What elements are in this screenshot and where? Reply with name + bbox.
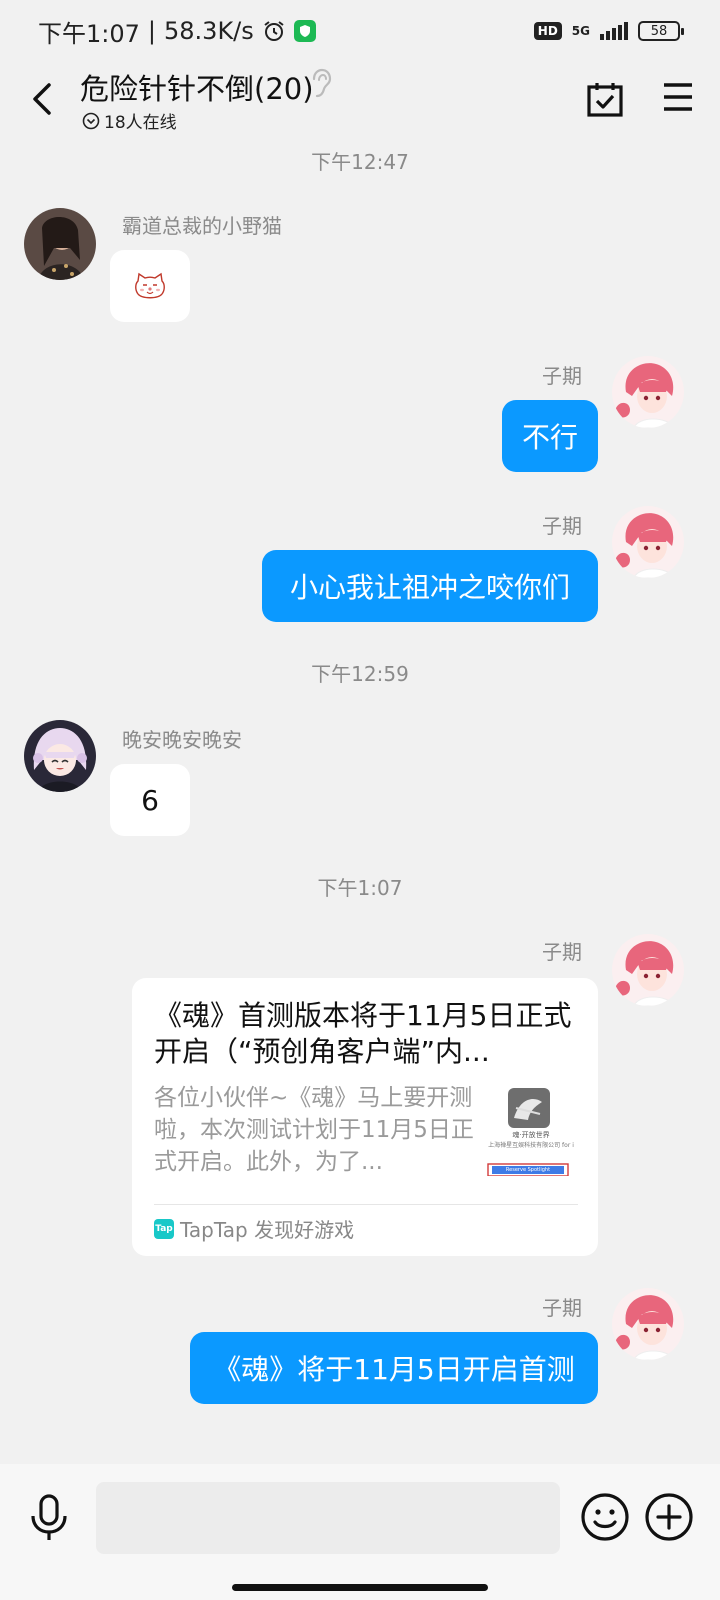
chat-title[interactable]: 危险针针不倒(20) [80, 66, 314, 108]
avatar[interactable] [612, 934, 684, 1006]
signal-label: 5G [571, 24, 590, 38]
avatar[interactable] [24, 208, 96, 280]
message-input[interactable] [96, 1482, 560, 1554]
shield-icon [293, 20, 316, 42]
calendar-check-icon [587, 83, 623, 117]
incoming-bubble[interactable]: 6 [110, 764, 190, 836]
online-status[interactable]: 18人在线 [82, 108, 177, 133]
outgoing-bubble[interactable]: 不行 [502, 400, 598, 472]
input-bar [0, 1464, 720, 1600]
thumb-button: Reserve Spotlight [505, 1167, 551, 1173]
back-arrow-icon [33, 83, 51, 115]
thumb-company: 上海禅星互娱科技有限公司 for i [488, 1142, 574, 1149]
avatar[interactable] [24, 720, 96, 792]
card-description: 各位小伙伴~《魂》马上要开测啦，本次测试计划于11月5日正式开启。此外，为了..… [154, 1085, 474, 1175]
divider [154, 1204, 578, 1205]
calendar-button[interactable] [586, 80, 624, 122]
menu-icon [664, 83, 692, 111]
battery-icon: 58 [638, 21, 684, 41]
emoji-button[interactable] [580, 1492, 630, 1546]
menu-button[interactable] [662, 82, 694, 116]
taptap-logo-icon: Tap [154, 1218, 174, 1239]
card-thumbnail: 魂·开放世界 上海禅星互娱科技有限公司 for i Reserve Spotli… [484, 1088, 578, 1177]
plus-button[interactable] [644, 1492, 694, 1546]
thumb-caption: 魂·开放世界 [512, 1131, 550, 1139]
timestamp: 下午12:47 [311, 150, 409, 174]
home-indicator[interactable] [232, 1584, 488, 1591]
network-speed: 58.3K/s [164, 17, 254, 45]
card-title: 《魂》首测版本将于11月5日正式开启（“预创角客户端”内... [154, 999, 572, 1068]
card-source: Tap TapTap 发现好游戏 [154, 1214, 354, 1243]
sender-name: 晚安晚安晚安 [122, 728, 242, 752]
cat-face-sticker-icon [135, 272, 165, 299]
avatar[interactable] [612, 356, 684, 428]
sender-name: 子期 [542, 1296, 582, 1320]
hd-badge: HD [533, 22, 562, 40]
back-button[interactable] [22, 74, 62, 124]
card-source-label: TapTap 发现好游戏 [180, 1218, 355, 1242]
sticker-bubble[interactable] [110, 250, 190, 322]
status-left: 下午1:07 | 58.3K/s [38, 14, 316, 49]
sender-name: 子期 [542, 514, 582, 538]
status-separator: | [147, 17, 156, 45]
timestamp: 下午1:07 [317, 876, 403, 900]
chat-header: 危险针针不倒(20) 18人在线 [0, 62, 720, 146]
status-bar: 下午1:07 | 58.3K/s HD 5G 58 [0, 0, 720, 62]
voice-button[interactable] [28, 1494, 70, 1546]
outgoing-bubble[interactable]: 《魂》将于11月5日开启首测 [190, 1332, 598, 1404]
share-card[interactable]: 《魂》首测版本将于11月5日正式开启（“预创角客户端”内... 各位小伙伴~《魂… [132, 978, 598, 1256]
avatar[interactable] [612, 506, 684, 578]
sender-name: 霸道总裁的小野猫 [122, 214, 282, 238]
ear-icon[interactable] [308, 68, 332, 100]
sender-name: 子期 [542, 940, 582, 964]
mic-icon [31, 1494, 67, 1540]
signal-icon [600, 22, 628, 40]
plus-icon [645, 1493, 693, 1541]
status-right: HD 5G 58 [533, 21, 684, 41]
timestamp: 下午12:59 [311, 662, 409, 686]
avatar[interactable] [612, 1288, 684, 1360]
emoji-icon [581, 1493, 629, 1541]
online-count: 18人在线 [104, 113, 177, 133]
sender-name: 子期 [542, 364, 582, 388]
status-time: 下午1:07 [38, 19, 140, 48]
outgoing-bubble[interactable]: 小心我让祖冲之咬你们 [262, 550, 598, 622]
alarm-icon [264, 21, 284, 41]
chevron-circle-icon [82, 112, 100, 129]
